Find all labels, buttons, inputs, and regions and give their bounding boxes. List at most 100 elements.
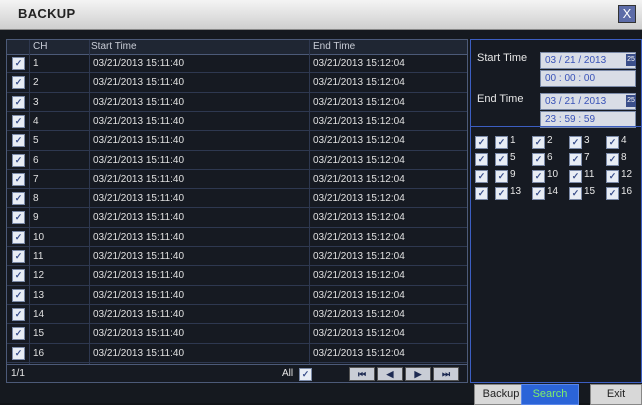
row-checkbox[interactable]: ✓ [12,153,25,167]
row-checkbox[interactable]: ✓ [12,250,25,263]
start-time-field[interactable]: 00 : 00 : 00 [540,70,636,87]
row-checkbox[interactable]: ✓ [12,269,25,283]
table-row[interactable]: ✓ 12 03/21/2013 15:11:40 03/21/2013 15:12:0… [7,267,467,286]
row-checkbox[interactable]: ✓ [12,192,25,206]
row-start-time: 03/21/2013 15:11:40 [93,347,185,359]
channel-checkbox[interactable]: ✓ [606,136,619,149]
row-checkbox[interactable]: ✓ [12,57,25,70]
channel-label: 14 [547,186,559,197]
row-checkbox[interactable]: ✓ [12,114,25,128]
channel-checkbox[interactable]: ✓ [606,153,619,166]
header-start-time: Start Time [91,41,137,52]
row-checkbox[interactable]: ✓ [12,95,25,109]
channel-label: 15 [584,186,596,197]
table-row[interactable]: ✓ 6 03/21/2013 15:11:40 03/21/2013 15:12:04 [7,152,467,170]
row-end-time: 03/21/2013 15:12:04 [313,308,405,320]
close-icon[interactable]: X [618,5,636,23]
row-checkbox[interactable]: ✓ [12,211,25,225]
channel-checkbox[interactable]: ✓ [495,187,508,200]
channel-checkbox[interactable]: ✓ [532,153,545,166]
row-checkbox[interactable]: ✓ [12,134,25,148]
row-ch: 10 [33,231,45,243]
row-checkbox[interactable]: ✓ [12,230,25,244]
last-page-button[interactable]: ⏭ [433,367,459,381]
channel-label: 8 [621,152,627,163]
channel-label: 13 [510,186,522,197]
row-start-time: 03/21/2013 15:11:40 [93,58,185,69]
table-row[interactable]: ✓ 13 03/21/2013 15:11:40 03/21/2013 15:12:0… [7,287,467,305]
table-row[interactable]: ✓ 7 03/21/2013 15:11:40 03/21/2013 15:12:04 [7,171,467,190]
table-row[interactable]: ✓ 1 03/21/2013 15:11:40 03/21/2013 15:12:04 [7,55,467,74]
row-checkbox[interactable]: ✓ [12,172,25,186]
table-row[interactable]: ✓ 9 03/21/2013 15:11:40 03/21/2013 15:12:04 [7,209,467,228]
end-date-field[interactable]: 03 / 21 / 2013 25 [540,93,636,110]
channel-checkbox[interactable]: ✓ [569,170,582,183]
channel-checkbox[interactable]: ✓ [569,153,582,166]
table-row[interactable]: ✓ 4 03/21/2013 15:11:40 03/21/2013 15:12:04 [7,113,467,132]
row-start-time: 03/21/2013 15:11:40 [93,308,185,320]
table-row[interactable]: ✓ 14 03/21/2013 15:11:40 03/21/2013 15:12:0… [7,306,467,325]
channel-label: 5 [510,152,516,163]
channel-checkbox[interactable]: ✓ [532,136,545,149]
channel-checkbox[interactable]: ✓ [606,187,619,200]
backup-button[interactable]: Backup [474,384,528,405]
select-all-checkbox[interactable]: ✓ [299,368,312,381]
row-ch: 4 [33,115,39,127]
row-checkbox[interactable]: ✓ [12,307,25,321]
row-ch: 11 [33,251,44,262]
row-start-time: 03/21/2013 15:11:40 [93,270,185,282]
start-time-value: 00 : 00 : 00 [545,73,596,84]
row-ch: 3 [33,96,39,108]
row-checkbox[interactable]: ✓ [12,327,25,341]
row-end-time: 03/21/2013 15:12:04 [313,173,405,185]
channel-checkbox[interactable]: ✓ [495,170,508,183]
channel-checkbox[interactable]: ✓ [532,170,545,183]
channel-checkbox[interactable]: ✓ [495,136,508,149]
channel-label: 2 [547,135,553,146]
table-row[interactable]: ✓ 16 03/21/2013 15:11:40 03/21/2013 15:12:0… [7,345,467,363]
table-row[interactable]: ✓ 8 03/21/2013 15:11:40 03/21/2013 15:12:04 [7,190,467,209]
table-row[interactable]: ✓ 10 03/21/2013 15:11:40 03/21/2013 15:12:0… [7,229,467,248]
row-end-time: 03/21/2013 15:12:04 [313,347,405,359]
start-date-field[interactable]: 03 / 21 / 2013 25 [540,52,636,69]
row-end-time: 03/21/2013 15:12:04 [313,212,405,224]
channel-row-checkbox[interactable]: ✓ [475,136,488,149]
channel-checkbox[interactable]: ✓ [569,136,582,149]
channel-label: 10 [547,169,559,180]
table-row[interactable]: ✓ 3 03/21/2013 15:11:40 03/21/2013 15:12:04 [7,94,467,112]
select-all-label: All [282,368,294,379]
channel-label: 1 [510,135,516,146]
table-row[interactable]: ✓ 2 03/21/2013 15:11:40 03/21/2013 15:12:04 [7,74,467,93]
prev-page-button[interactable]: ◀ [377,367,403,381]
row-end-time: 03/21/2013 15:12:04 [313,115,405,127]
window-title: BACKUP [18,6,76,21]
row-ch: 5 [33,135,39,147]
header-end-time: End Time [313,41,356,52]
channel-checkbox[interactable]: ✓ [606,170,619,183]
table-row[interactable]: ✓ 15 03/21/2013 15:11:40 03/21/2013 15:12:0… [7,325,467,344]
search-button[interactable]: Search [521,384,579,405]
end-time-value: 23 : 59 : 59 [545,114,596,125]
row-start-time: 03/21/2013 15:11:40 [93,77,185,89]
calendar-icon[interactable]: 25 [626,95,636,107]
channel-row-checkbox[interactable]: ✓ [475,187,488,200]
row-start-time: 03/21/2013 15:11:40 [93,154,185,166]
exit-button[interactable]: Exit [590,384,642,405]
channel-checkbox[interactable]: ✓ [569,187,582,200]
next-page-button[interactable]: ▶ [405,367,431,381]
row-ch: 14 [33,308,45,320]
first-page-button[interactable]: ⏮ [349,367,375,381]
channel-row-checkbox[interactable]: ✓ [475,153,488,166]
row-checkbox[interactable]: ✓ [12,288,25,302]
calendar-icon[interactable]: 25 [626,54,636,66]
channel-checkbox[interactable]: ✓ [532,187,545,200]
row-ch: 13 [33,289,45,301]
row-start-time: 03/21/2013 15:11:40 [93,212,185,224]
channel-row-checkbox[interactable]: ✓ [475,170,488,183]
row-checkbox[interactable]: ✓ [12,76,25,90]
table-row[interactable]: ✓ 5 03/21/2013 15:11:40 03/21/2013 15:12:04 [7,132,467,151]
table-row[interactable]: ✓ 11 03/21/2013 15:11:40 03/21/2013 15:12:0… [7,248,467,267]
row-checkbox[interactable]: ✓ [12,346,25,360]
channel-checkbox[interactable]: ✓ [495,153,508,166]
row-start-time: 03/21/2013 15:11:40 [93,289,185,301]
